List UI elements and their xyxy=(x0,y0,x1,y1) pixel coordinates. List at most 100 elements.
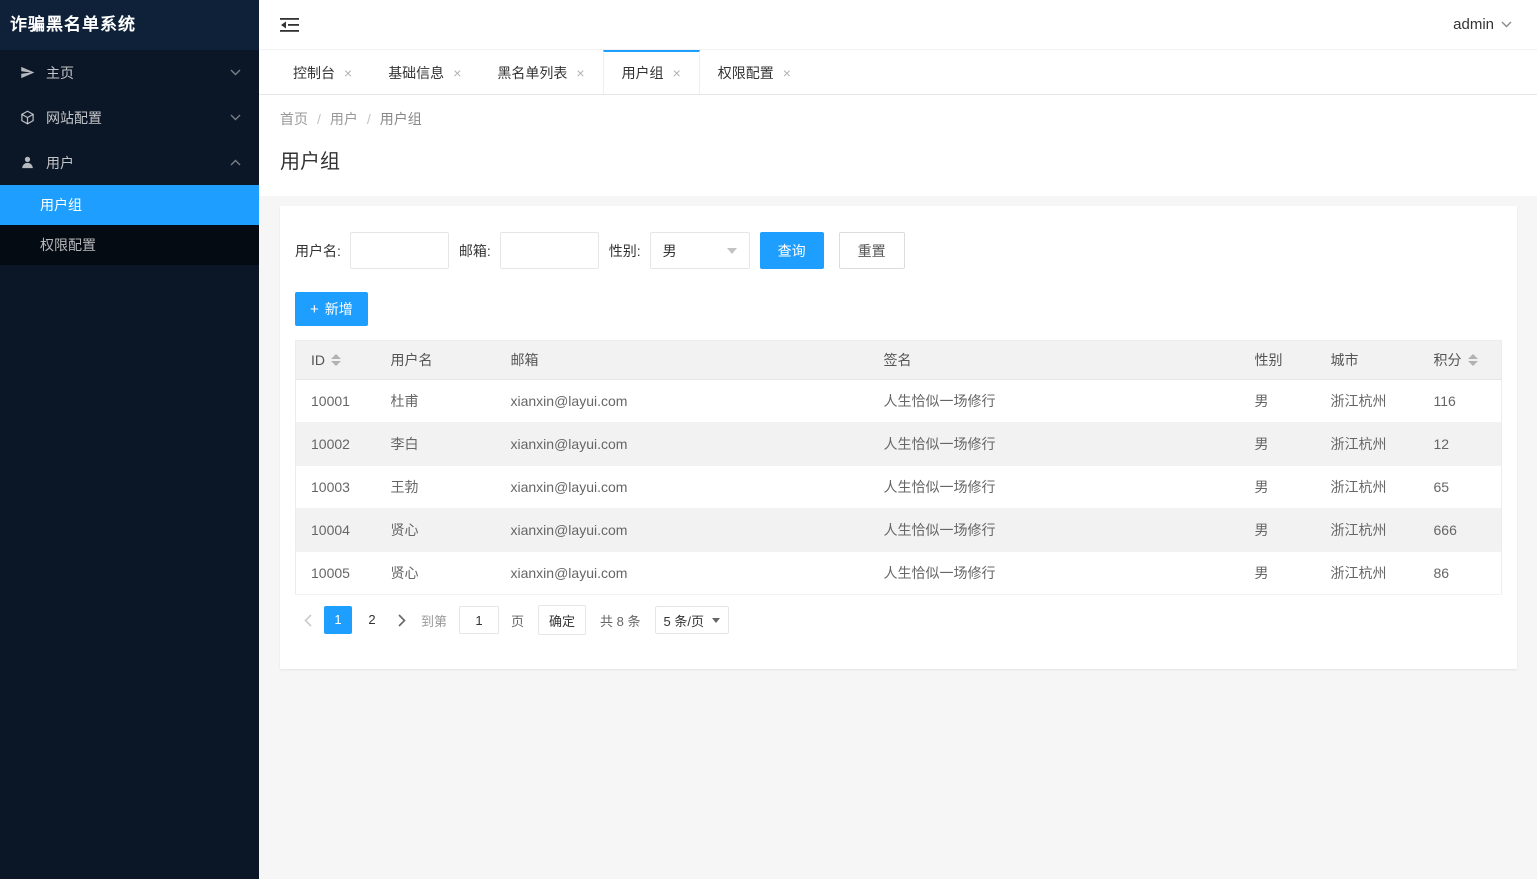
top-bar: admin xyxy=(259,0,1537,50)
gender-select[interactable]: 男 xyxy=(649,232,750,269)
table-cell: xianxin@layui.com xyxy=(495,422,869,466)
column-header-id[interactable]: ID xyxy=(295,340,376,380)
table-cell: 116 xyxy=(1418,379,1502,423)
tab-blacklist[interactable]: 黑名单列表 × xyxy=(479,50,602,94)
sidebar-item-home[interactable]: 主页 xyxy=(0,50,259,95)
sidebar-item-site-config[interactable]: 网站配置 xyxy=(0,95,259,140)
sort-icon[interactable] xyxy=(1467,354,1478,366)
sidebar-item-label: 网站配置 xyxy=(46,109,102,126)
table-cell: 10002 xyxy=(295,422,376,466)
gender-select-value: 男 xyxy=(662,242,677,259)
page-title: 用户组 xyxy=(280,151,340,173)
table-body: 10001 杜甫 xianxin@layui.com 人生恰似一场修行男浙江杭州 116… xyxy=(295,379,1502,595)
username: admin xyxy=(1453,16,1494,33)
table-cell: 人生恰似一场修行 xyxy=(868,551,1240,595)
page-number-1[interactable]: 1 xyxy=(324,606,352,634)
user-icon xyxy=(20,155,36,171)
close-icon[interactable]: × xyxy=(576,66,584,80)
page-number-2[interactable]: 2 xyxy=(358,606,386,634)
confirm-button[interactable]: 确定 xyxy=(538,605,587,635)
table-cell: xianxin@layui.com xyxy=(495,508,869,552)
chevron-down-icon xyxy=(726,247,737,254)
tab-label: 黑名单列表 xyxy=(497,65,568,81)
breadcrumb: 首页 / 用户 / 用户组 xyxy=(280,109,1517,129)
breadcrumb-home[interactable]: 首页 xyxy=(280,109,308,129)
goto-page-input[interactable] xyxy=(459,606,500,634)
table-cell: 12 xyxy=(1418,422,1502,466)
plus-icon: + xyxy=(310,300,319,318)
add-button-label: 新增 xyxy=(324,301,353,317)
add-button[interactable]: + 新增 xyxy=(295,292,368,326)
sort-icon[interactable] xyxy=(331,354,341,366)
filter-form: 用户名: 邮箱: 性别: 男 查询 重置 xyxy=(295,232,1502,269)
table-row: 10003 王勃 xianxin@layui.com 人生恰似一场修行男浙江杭州 65 xyxy=(295,465,1502,509)
column-header-signature: 签名 xyxy=(868,340,1240,380)
table-cell: 浙江杭州 xyxy=(1315,422,1419,466)
tab-basic-info[interactable]: 基础信息 × xyxy=(370,50,479,94)
table-cell: 10005 xyxy=(295,551,376,595)
table-cell: 10004 xyxy=(295,508,376,552)
column-header-email: 邮箱 xyxy=(495,340,869,380)
table-cell: xianxin@layui.com xyxy=(495,379,869,423)
table-cell: 10001 xyxy=(295,379,376,423)
sidebar-item-label: 主页 xyxy=(46,64,74,81)
per-page-value: 5 条/页 xyxy=(663,613,704,629)
table-cell: 人生恰似一场修行 xyxy=(868,379,1240,423)
table-header-row: ID 用户名 邮箱 签名 性别 城市 积分 xyxy=(295,340,1502,380)
table-cell: 人生恰似一场修行 xyxy=(868,508,1240,552)
breadcrumb-users[interactable]: 用户 xyxy=(330,109,358,129)
pagination: 1 2 到第 页 确定 共 8 条 5 条/页 xyxy=(295,605,1502,649)
sidebar-item-user-group[interactable]: 用户组 xyxy=(0,185,259,225)
search-button[interactable]: 查询 xyxy=(759,232,824,269)
next-page-button[interactable] xyxy=(389,606,415,634)
close-icon[interactable]: × xyxy=(673,66,681,80)
table-cell: 65 xyxy=(1418,465,1502,509)
total-count-label: 共 8 条 xyxy=(600,613,641,629)
table-cell: 浙江杭州 xyxy=(1315,551,1419,595)
prev-page-button[interactable] xyxy=(295,606,321,634)
main-area: admin 控制台 × 基础信息 × 黑名单列表 × 用户组 × 权限配置 × … xyxy=(259,0,1537,879)
column-header-username: 用户名 xyxy=(375,340,496,380)
tab-label: 用户组 xyxy=(621,65,664,81)
table-cell: 人生恰似一场修行 xyxy=(868,465,1240,509)
tab-user-group[interactable]: 用户组 × xyxy=(602,50,700,94)
user-menu[interactable]: admin xyxy=(1453,16,1512,33)
table-row: 10002 李白 xianxin@layui.com 人生恰似一场修行男浙江杭州 12 xyxy=(295,422,1502,466)
page-unit-label: 页 xyxy=(511,613,525,629)
tab-permission-config[interactable]: 权限配置 × xyxy=(700,50,809,94)
sidebar-collapse-button[interactable] xyxy=(280,17,299,33)
table-cell: 浙江杭州 xyxy=(1315,465,1419,509)
table-cell: 浙江杭州 xyxy=(1315,379,1419,423)
email-input[interactable] xyxy=(499,232,599,269)
table-cell: 男 xyxy=(1239,551,1316,595)
table-cell: 男 xyxy=(1239,422,1316,466)
table-cell: xianxin@layui.com xyxy=(495,551,869,595)
reset-button[interactable]: 重置 xyxy=(838,232,905,269)
username-input[interactable] xyxy=(349,232,449,269)
breadcrumb-separator: / xyxy=(317,111,321,127)
send-icon xyxy=(20,65,36,81)
close-icon[interactable]: × xyxy=(453,66,461,80)
table-cell: 贤心 xyxy=(375,508,496,552)
page-header: 首页 / 用户 / 用户组 用户组 xyxy=(259,95,1537,196)
username-label: 用户名: xyxy=(295,242,341,259)
column-header-gender: 性别 xyxy=(1239,340,1316,380)
breadcrumb-separator: / xyxy=(366,111,371,127)
table-row: 10001 杜甫 xianxin@layui.com 人生恰似一场修行男浙江杭州 116 xyxy=(295,379,1502,423)
chevron-down-icon xyxy=(1501,21,1512,28)
column-header-city: 城市 xyxy=(1315,340,1419,380)
table-cell: 李白 xyxy=(375,422,496,466)
per-page-select[interactable]: 5 条/页 xyxy=(654,606,729,634)
table-cell: 杜甫 xyxy=(375,379,496,423)
close-icon[interactable]: × xyxy=(783,66,791,80)
close-icon[interactable]: × xyxy=(344,66,352,80)
gender-label: 性别: xyxy=(608,242,641,259)
sidebar-item-users[interactable]: 用户 xyxy=(0,140,259,185)
sidebar-item-permission-config[interactable]: 权限配置 xyxy=(0,225,259,265)
tab-console[interactable]: 控制台 × xyxy=(275,50,370,94)
column-header-score[interactable]: 积分 xyxy=(1418,340,1502,380)
table-cell: 86 xyxy=(1418,551,1502,595)
chevron-down-icon xyxy=(230,69,241,76)
table-row: 10005 贤心 xianxin@layui.com 人生恰似一场修行男浙江杭州 86 xyxy=(295,551,1502,595)
tab-label: 控制台 xyxy=(293,65,335,81)
